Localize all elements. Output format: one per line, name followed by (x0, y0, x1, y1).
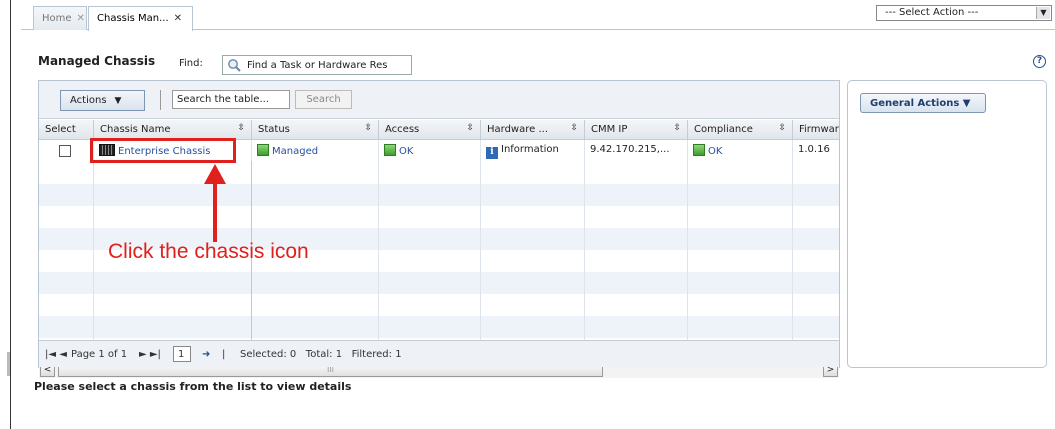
header-label: Compliance (694, 124, 753, 135)
sort-icon: ⇳ (237, 123, 245, 133)
page-number-input[interactable]: 1 (173, 346, 191, 362)
find-label: Find: (179, 58, 203, 69)
annotation-arrow-head (204, 164, 226, 184)
firmware-value: 1.0.16 (798, 144, 830, 155)
info-icon: i (486, 147, 498, 159)
chassis-table-panel: Actions ▼ Search the table... Search Sele… (38, 80, 840, 378)
help-icon[interactable]: ? (1033, 55, 1046, 68)
selection-status: Selected: 0 Total: 1 Filtered: 1 (240, 349, 402, 360)
table-row (39, 316, 839, 338)
sort-icon: ⇳ (778, 123, 786, 133)
header-label: CMM IP (591, 124, 628, 135)
chevron-down-icon: ▼ (962, 98, 971, 109)
column-divider (93, 140, 94, 340)
column-divider (687, 140, 688, 340)
actions-button[interactable]: Actions ▼ (60, 90, 145, 111)
header-label: Select (45, 124, 76, 135)
compliance-link[interactable]: OK (708, 146, 722, 157)
row-checkbox[interactable] (59, 145, 71, 157)
tab-chassis-manager[interactable]: Chassis Man... ✕ (88, 6, 193, 31)
select-action-dropdown[interactable]: --- Select Action --- ▼ (876, 5, 1052, 21)
table-search-input[interactable]: Search the table... (172, 90, 290, 109)
find-input[interactable]: Find a Task or Hardware Res (222, 55, 412, 75)
column-header-cmm-ip[interactable]: CMM IP ⇳ (585, 120, 688, 140)
table-row (39, 162, 839, 184)
access-cell: OK (379, 140, 481, 161)
sort-icon: ⇳ (364, 123, 372, 133)
search-button[interactable]: Search (295, 90, 352, 109)
actions-label: Actions (70, 95, 107, 106)
header-label: Firmwar (799, 124, 839, 135)
compliance-cell: OK (688, 140, 793, 161)
column-divider (792, 140, 793, 340)
page-title: Managed Chassis (38, 54, 156, 68)
table-row (39, 206, 839, 228)
close-icon[interactable]: ✕ (77, 13, 85, 24)
cmm-ip-value: 9.42.170.215,... (590, 144, 670, 155)
table-row (39, 184, 839, 206)
table-toolbar: Actions ▼ Search the table... Search (39, 81, 839, 119)
hardware-cell: i Information (481, 140, 585, 161)
sort-icon: ⇳ (673, 123, 681, 133)
cmm-ip-cell: 9.42.170.215,... (585, 140, 688, 161)
search-icon (228, 59, 241, 72)
header-label: Access (385, 124, 420, 135)
page-text: Page 1 of 1 (71, 349, 128, 360)
next-last-page-icon[interactable]: ► ►| (139, 349, 161, 360)
column-header-select[interactable]: Select (39, 120, 94, 140)
tab-home-label: Home (42, 13, 72, 24)
sort-icon: ⇳ (570, 123, 578, 133)
go-icon[interactable]: ➜ (202, 349, 210, 360)
header-label: Hardware ... (487, 124, 548, 135)
column-header-firmware[interactable]: Firmwar (793, 120, 839, 140)
select-cell (39, 140, 94, 161)
column-divider (378, 140, 379, 340)
column-header-chassis-name[interactable]: Chassis Name ⇳ (94, 120, 252, 140)
first-prev-page-icon[interactable]: |◄ ◄ (45, 349, 67, 360)
pager-separator: | (222, 349, 226, 360)
access-link[interactable]: OK (399, 146, 413, 157)
chevron-down-icon: ▼ (1036, 7, 1050, 19)
general-actions-panel: General Actions ▼ (847, 80, 1047, 368)
header-label: Chassis Name (100, 124, 171, 135)
column-header-compliance[interactable]: Compliance ⇳ (688, 120, 793, 140)
column-header-hardware[interactable]: Hardware ... ⇳ (481, 120, 585, 140)
hardware-value[interactable]: Information (501, 144, 559, 155)
general-actions-button[interactable]: General Actions ▼ (860, 93, 986, 113)
sort-icon: ⇳ (466, 123, 474, 133)
table-row (39, 272, 839, 294)
column-divider (584, 140, 585, 340)
annotation-arrow-line (213, 182, 217, 242)
compliance-ok-icon (693, 144, 705, 156)
column-divider (480, 140, 481, 340)
chevron-down-icon: ▼ (114, 96, 122, 106)
general-actions-label: General Actions (870, 98, 960, 109)
instruction-message: Please select a chassis from the list to… (34, 380, 352, 393)
status-ok-icon (257, 144, 269, 156)
splitter-handle[interactable] (7, 352, 11, 376)
annotation-highlight-box (90, 138, 236, 163)
table-row (39, 294, 839, 316)
status-cell: Managed (252, 140, 379, 161)
firmware-cell: 1.0.16 (793, 140, 839, 161)
pagination-bar: |◄ ◄ Page 1 of 1 ► ►| 1 ➜ | Selected: 0 … (39, 340, 839, 367)
header-label: Status (258, 124, 290, 135)
column-header-status[interactable]: Status ⇳ (252, 120, 379, 140)
column-header-access[interactable]: Access ⇳ (379, 120, 481, 140)
status-link[interactable]: Managed (272, 146, 318, 157)
close-icon[interactable]: ✕ (174, 13, 182, 24)
tab-chassis-label: Chassis Man... (97, 13, 169, 24)
annotation-text: Click the chassis icon (108, 240, 309, 263)
toolbar-divider (160, 90, 161, 110)
select-action-value: --- Select Action --- (885, 7, 979, 18)
find-input-value: Find a Task or Hardware Res (247, 60, 388, 71)
tab-home[interactable]: Home ✕ (33, 6, 87, 30)
access-ok-icon (384, 144, 396, 156)
